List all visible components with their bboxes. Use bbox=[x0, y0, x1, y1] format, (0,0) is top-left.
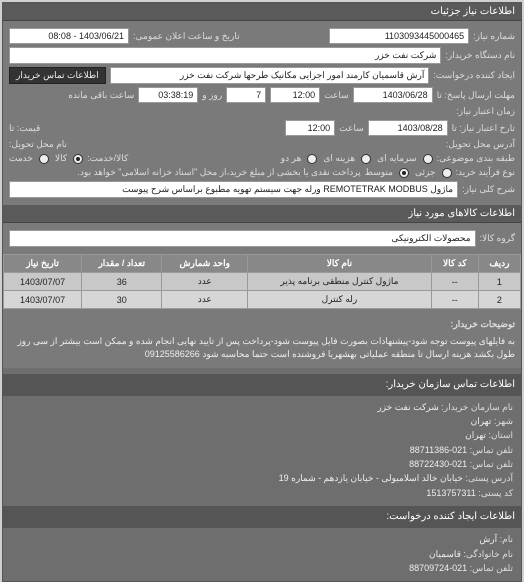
requester-label: ایجاد کننده درخواست: bbox=[433, 70, 515, 81]
radio-low-label: جزئی bbox=[415, 167, 436, 178]
table-cell: رله کنترل bbox=[248, 291, 432, 309]
table-cell: 2 bbox=[478, 291, 520, 309]
table-row: 1--ماژول کنترل منطقی برنامه پذیرعدد36140… bbox=[4, 273, 521, 291]
days-field: 7 bbox=[226, 87, 266, 103]
radio-goods[interactable] bbox=[73, 154, 83, 164]
contact-buyer-button[interactable]: اطلاعات تماس خریدار bbox=[9, 67, 106, 84]
family-label: نام خانوادگی: bbox=[463, 549, 513, 559]
postcode-label: کد پستی: bbox=[478, 488, 513, 498]
fax-value: 021-88722430 bbox=[409, 459, 467, 469]
table-header: تاریخ نیاز bbox=[4, 255, 82, 273]
table-header: ردیف bbox=[478, 255, 520, 273]
delivery-place-label: نام محل تحویل: bbox=[9, 139, 67, 150]
radio-goods-label: کالا bbox=[55, 153, 67, 164]
need-desc-field: ماژول REMOTETRAK MODBUS ورله جهت سیستم ت… bbox=[9, 181, 458, 198]
contact-org-title: اطلاعات تماس سازمان خریدار: bbox=[3, 374, 521, 396]
table-cell: 1403/07/07 bbox=[4, 291, 82, 309]
postaddr-value: خیابان خالد اسلامبولی - خیابان یازدهم - … bbox=[279, 473, 463, 483]
radio-mid[interactable] bbox=[399, 168, 409, 178]
province-label: استان: bbox=[488, 430, 513, 440]
table-cell: ماژول کنترل منطقی برنامه پذیر bbox=[248, 273, 432, 291]
name-value: آرش bbox=[479, 534, 497, 544]
city-label: شهر: bbox=[494, 416, 513, 426]
request-no-label: شماره نیاز: bbox=[473, 31, 515, 42]
table-header: واحد شمارش bbox=[162, 255, 248, 273]
radio-current[interactable] bbox=[361, 154, 371, 164]
group-label: گروه کالا: bbox=[480, 233, 515, 244]
family-value: قاسمیان bbox=[429, 549, 461, 559]
section-need-info: اطلاعات نیاز جزئیات bbox=[3, 3, 521, 21]
phone-value: 021-88711386 bbox=[410, 445, 467, 455]
form-area: شماره نیاز: 1103093445000465 تاریخ و ساع… bbox=[3, 21, 521, 205]
days-label: روز و bbox=[202, 90, 222, 101]
requester-field: آرش قاسمیان کارمند امور اجرایی مکانیک طر… bbox=[110, 67, 430, 84]
radio-current-label: هزینه ای bbox=[323, 153, 355, 164]
table-header: کد کالا bbox=[431, 255, 478, 273]
deadline-time-field: 12:00 bbox=[270, 87, 320, 103]
validity-date-field: 1403/08/28 bbox=[368, 120, 448, 136]
announce-label: تاریخ و ساعت اعلان عمومی: bbox=[133, 31, 240, 42]
table-header: تعداد / مقدار bbox=[82, 255, 162, 273]
radio-low[interactable] bbox=[442, 168, 452, 178]
price-label: قیمت: تا bbox=[9, 123, 40, 134]
phone-label: تلفن تماس: bbox=[470, 445, 513, 455]
deadline-send-label: مهلت ارسال پاسخ: تا bbox=[437, 90, 515, 101]
radio-service-label: خدمت bbox=[9, 153, 33, 164]
goods-table: ردیفکد کالانام کالاواحد شمارشتعداد / مقد… bbox=[3, 254, 521, 309]
contact-requester-title: اطلاعات ایجاد کننده درخواست: bbox=[3, 506, 521, 528]
name-label: نام: bbox=[500, 534, 513, 544]
validity-time-field: 12:00 bbox=[285, 120, 335, 136]
radio-service[interactable] bbox=[39, 154, 49, 164]
table-cell: عدد bbox=[162, 291, 248, 309]
budget-label: طبقه بندی موضوعی: bbox=[437, 153, 515, 164]
radio-capital[interactable] bbox=[423, 154, 433, 164]
process-note: پرداخت نقدی یا بخشی از مبلغ خرید،از محل … bbox=[9, 167, 361, 178]
delivery-addr-label: آدرس محل تحویل: bbox=[446, 139, 515, 150]
table-row: 2--رله کنترلعدد301403/07/07 bbox=[4, 291, 521, 309]
validity-label: زمان اعتبار نیاز: bbox=[456, 106, 515, 117]
table-cell: -- bbox=[431, 291, 478, 309]
table-header: نام کالا bbox=[248, 255, 432, 273]
postcode-value: 1513757311 bbox=[426, 488, 475, 498]
section-goods: اطلاعات کالاهای مورد نیاز bbox=[3, 205, 521, 223]
radio-both-label: هر دو bbox=[281, 153, 302, 164]
request-no-field: 1103093445000465 bbox=[329, 28, 469, 44]
radio-both[interactable] bbox=[307, 154, 317, 164]
table-cell: عدد bbox=[162, 273, 248, 291]
buyer-notes-text: به فایلهای پیوست توجه شود-پیشنهادات بصور… bbox=[9, 335, 515, 362]
org-value: شرکت نفت خزر bbox=[377, 402, 438, 412]
fax-label: تلفن تماس: bbox=[470, 459, 513, 469]
goods-label: کالا/خدمت: bbox=[87, 153, 128, 164]
table-cell: 36 bbox=[82, 273, 162, 291]
province-value: تهران bbox=[465, 430, 486, 440]
need-desc-label: شرح کلی نیاز: bbox=[462, 184, 515, 195]
remain-label: ساعت باقی مانده bbox=[68, 90, 134, 101]
validity-to-label: تارخ اعتبار نیاز: تا bbox=[452, 123, 515, 134]
tel-label: تلفن تماس: bbox=[470, 563, 513, 573]
city-value: تهران bbox=[471, 416, 492, 426]
radio-mid-label: متوسط bbox=[365, 167, 393, 178]
org-label: نام سازمان خریدار: bbox=[441, 402, 513, 412]
process-label: نوع فرآیند خرید: bbox=[456, 167, 516, 178]
table-cell: 1403/07/07 bbox=[4, 273, 82, 291]
buyer-device-field: شرکت نفت خزر bbox=[9, 47, 441, 64]
table-cell: -- bbox=[431, 273, 478, 291]
deadline-date-field: 1403/06/28 bbox=[353, 87, 433, 103]
postaddr-label: آدرس پستی: bbox=[465, 473, 513, 483]
validity-time-label: ساعت bbox=[339, 123, 364, 134]
remain-field: 03:38:19 bbox=[138, 87, 198, 103]
buyer-device-label: نام دستگاه خریدار: bbox=[445, 50, 515, 61]
buyer-notes-label: توضیحات خریدار: bbox=[450, 318, 515, 332]
group-field: محصولات الکترونیکی bbox=[9, 230, 476, 247]
table-cell: 1 bbox=[478, 273, 520, 291]
tel-value: 021-88709724 bbox=[409, 563, 467, 573]
deadline-time-label: ساعت bbox=[324, 90, 349, 101]
announce-field: 1403/06/21 - 08:08 bbox=[9, 28, 129, 44]
table-cell: 30 bbox=[82, 291, 162, 309]
radio-capital-label: سرمایه ای bbox=[377, 153, 416, 164]
